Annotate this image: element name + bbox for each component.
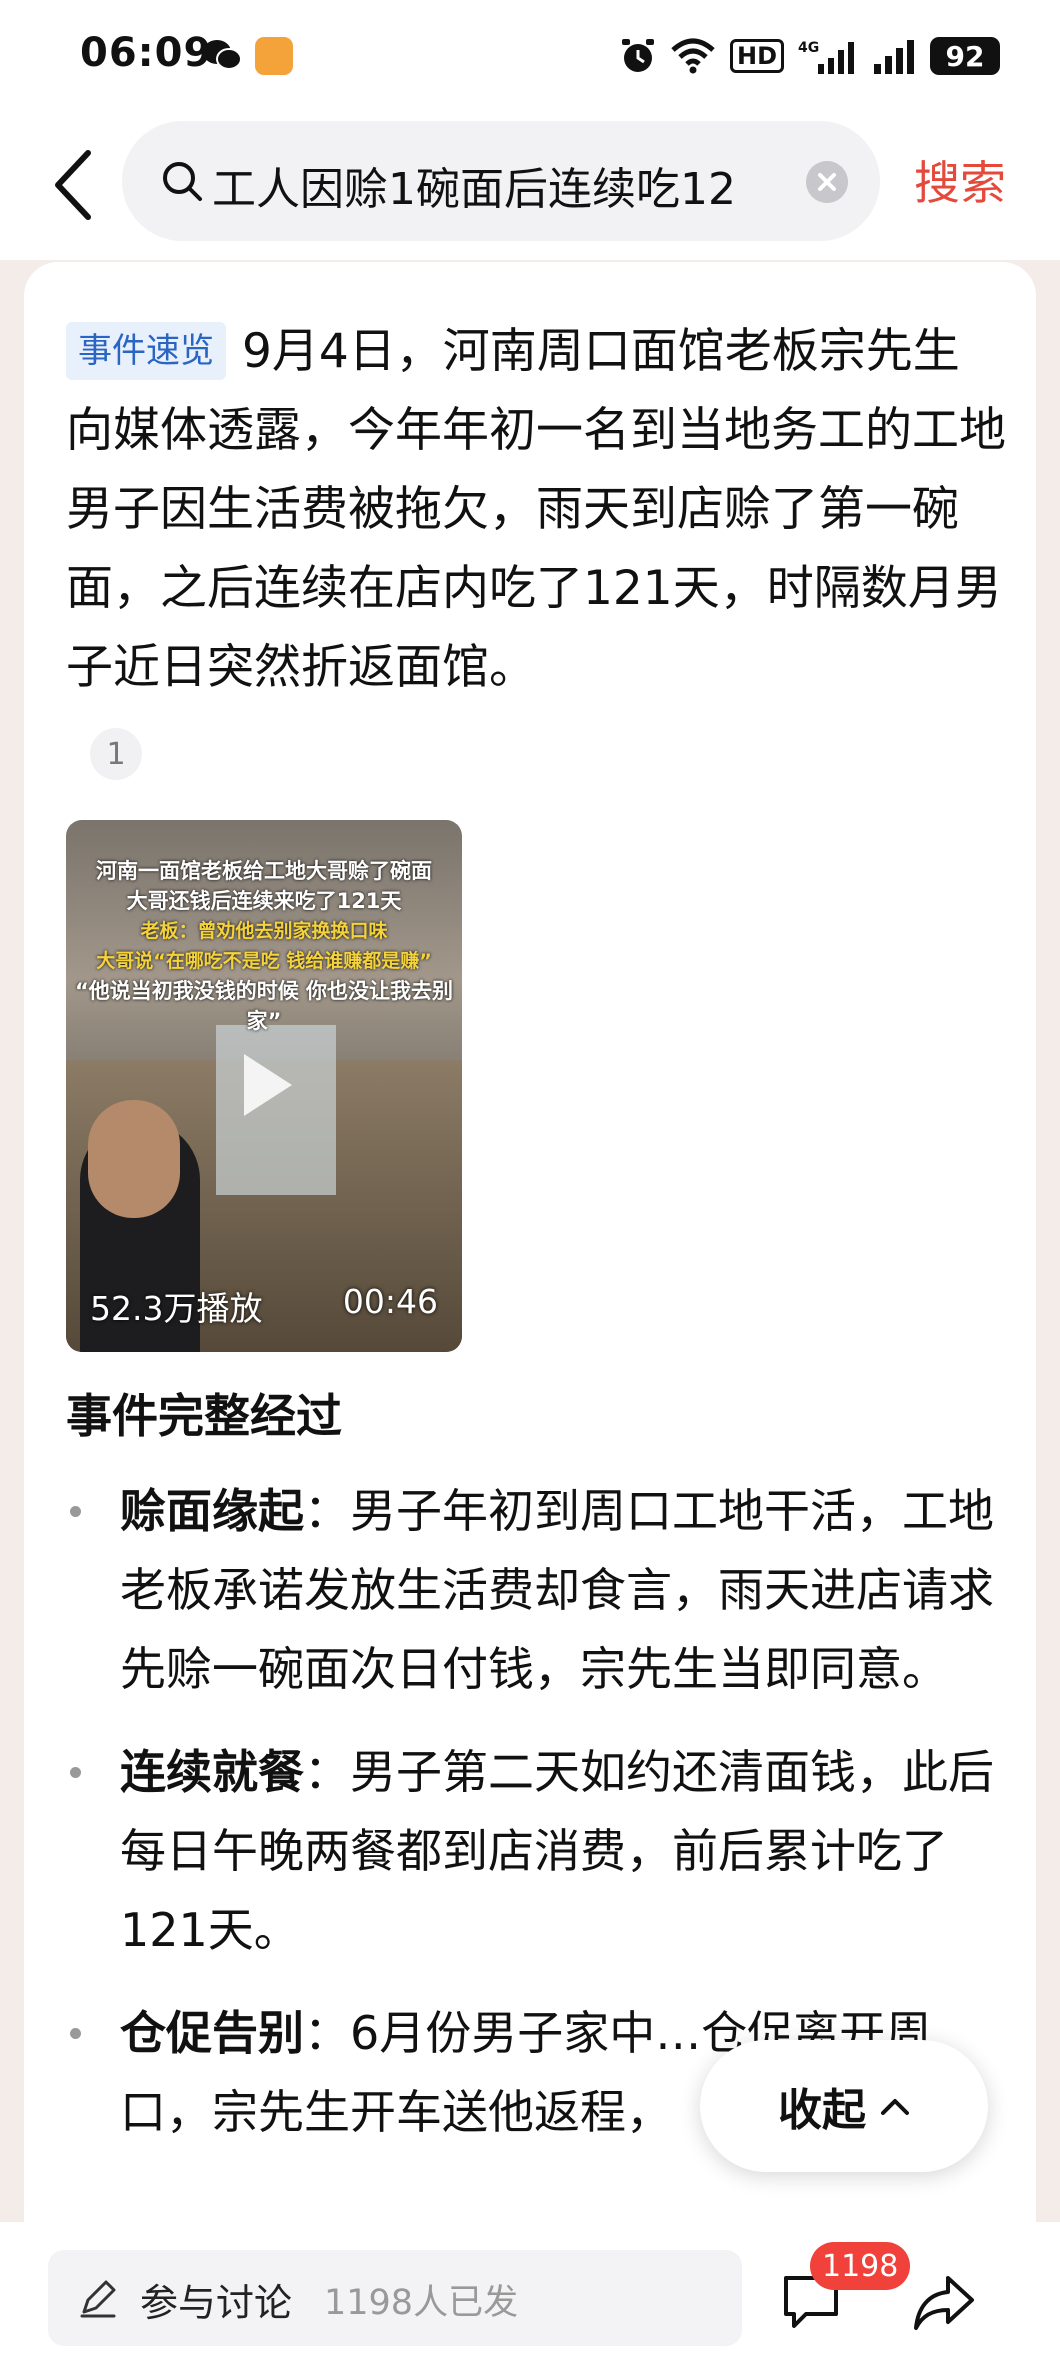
video-thumbnail[interactable]: 河南一面馆老板给工地大哥赊了碗面 大哥还钱后连续来吃了121天 老板：曾劝他去别… bbox=[66, 820, 462, 1352]
video-caption-line: 大哥说“在哪吃不是吃 钱给谁赚都是赚” bbox=[96, 950, 432, 972]
app-notification-icon bbox=[255, 37, 293, 75]
bullet-title: 赊面缘起 bbox=[120, 1484, 304, 1538]
search-input[interactable]: 工人因赊1碗面后连续吃12 bbox=[122, 121, 880, 241]
pen-icon bbox=[80, 2280, 116, 2318]
signal-icon bbox=[874, 40, 914, 74]
status-time: 06:09 bbox=[80, 30, 213, 76]
collapse-label: 收起 bbox=[778, 2085, 866, 2136]
section-title: 事件完整经过 bbox=[66, 1389, 342, 1443]
wechat-icon bbox=[203, 40, 242, 70]
search-icon bbox=[163, 162, 202, 201]
bullet-sep: ： bbox=[304, 1745, 350, 1799]
status-icons: HD 4G 92 bbox=[620, 34, 1000, 78]
video-caption-line: 河南一面馆老板给工地大哥赊了碗面 bbox=[96, 859, 432, 883]
event-overview-tag: 事件速览 bbox=[66, 322, 226, 380]
video-duration: 00:46 bbox=[342, 1282, 438, 1321]
video-view-count: 52.3万播放 bbox=[90, 1289, 263, 1328]
status-bar: 06:09 HD 4G 92 bbox=[0, 0, 1060, 115]
video-caption-line: “他说当初我没钱的时候 你也没让我去别家” bbox=[74, 979, 454, 1033]
back-arrow-icon[interactable] bbox=[48, 145, 98, 225]
hd-voice-icon: HD bbox=[729, 39, 784, 73]
bullet-sep: ： bbox=[304, 2006, 350, 2060]
chevron-up-icon bbox=[881, 2099, 909, 2115]
search-query-text: 工人因赊1碗面后连续吃12 bbox=[212, 164, 736, 215]
play-icon[interactable] bbox=[236, 1050, 296, 1120]
discuss-count: 1198人已发 bbox=[324, 2283, 519, 2323]
signal-4g-icon: 4G bbox=[798, 40, 854, 74]
list-item: 赊面缘起：男子年初到周口工地干活，工地老板承诺发放生活费却食言，雨天进店请求先赊… bbox=[66, 1472, 1016, 1709]
video-face bbox=[88, 1100, 180, 1218]
summary-paragraph: 事件速览 9月4日，河南周口面馆老板宗先生向媒体透露，今年年初一名到当地务工的工地… bbox=[66, 312, 1006, 707]
clear-search-icon[interactable] bbox=[806, 161, 848, 203]
collapse-button[interactable]: 收起 bbox=[700, 2040, 988, 2172]
bullet-title: 连续就餐 bbox=[120, 1745, 304, 1799]
wifi-icon bbox=[671, 38, 715, 74]
bullet-sep: ： bbox=[304, 1484, 350, 1538]
citation-badge[interactable]: 1 bbox=[90, 728, 142, 780]
share-icon[interactable] bbox=[912, 2272, 976, 2332]
search-header: 工人因赊1碗面后连续吃12 搜索 bbox=[0, 115, 1060, 260]
join-discussion-input[interactable]: 参与讨论 1198人已发 bbox=[48, 2250, 742, 2346]
comment-count-badge: 1198 bbox=[810, 2242, 911, 2290]
bullet-title: 仓促告别 bbox=[120, 2006, 304, 2060]
video-caption: 河南一面馆老板给工地大哥赊了碗面 大哥还钱后连续来吃了121天 老板：曾劝他去别… bbox=[66, 856, 462, 1036]
video-caption-line: 老板：曾劝他去别家换换口味 bbox=[140, 920, 388, 942]
alarm-icon bbox=[621, 39, 654, 72]
list-item: 连续就餐：男子第二天如约还清面钱，此后每日午晚两餐都到店消费，前后累计吃了121… bbox=[66, 1733, 1016, 1970]
discuss-label: 参与讨论 bbox=[140, 2281, 293, 2325]
bottom-action-bar: 参与讨论 1198人已发 1198 bbox=[0, 2222, 1060, 2376]
search-button[interactable]: 搜索 bbox=[914, 147, 1006, 213]
svg-text:4G: 4G bbox=[798, 40, 819, 56]
battery-indicator: 92 bbox=[930, 37, 1000, 75]
video-caption-line: 大哥还钱后连续来吃了121天 bbox=[126, 889, 402, 913]
